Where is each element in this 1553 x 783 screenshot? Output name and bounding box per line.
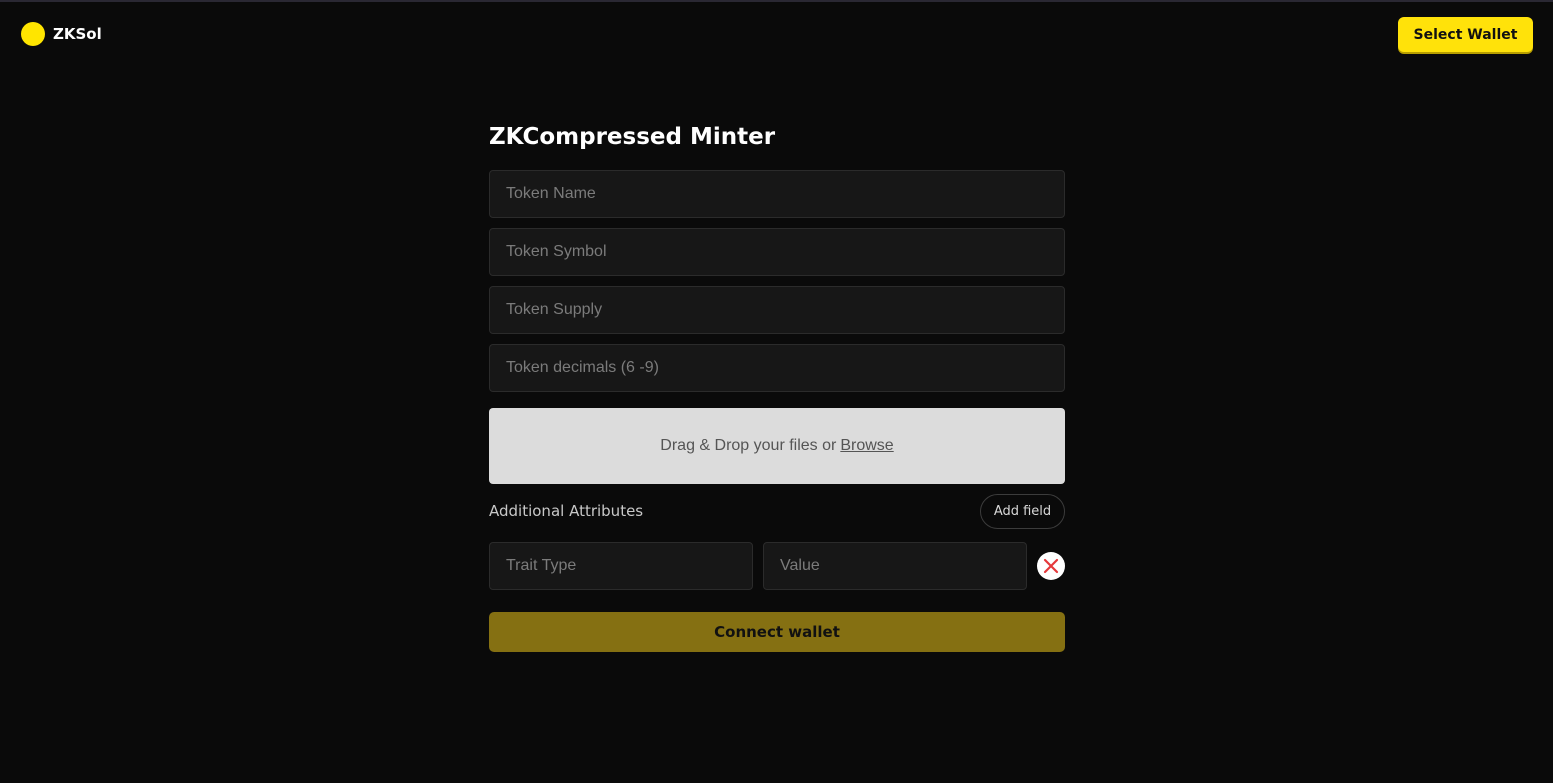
app-root: ZKSol Select Wallet ZKCompressed Minter … xyxy=(0,0,1553,783)
additional-attributes-label: Additional Attributes xyxy=(489,502,644,520)
close-icon xyxy=(1043,558,1059,574)
connect-wallet-button[interactable]: Connect wallet xyxy=(489,612,1065,652)
dropzone-text: Drag & Drop your files or xyxy=(660,437,837,454)
page-title: ZKCompressed Minter xyxy=(489,124,776,150)
token-name-input[interactable] xyxy=(489,170,1065,218)
remove-attribute-button[interactable] xyxy=(1037,552,1065,580)
trait-value-input[interactable] xyxy=(763,542,1027,590)
brand[interactable]: ZKSol xyxy=(21,22,102,46)
add-field-button[interactable]: Add field xyxy=(980,494,1065,529)
file-dropzone[interactable]: Drag & Drop your files or Browse xyxy=(489,408,1065,484)
select-wallet-button[interactable]: Select Wallet xyxy=(1398,17,1533,52)
trait-type-input[interactable] xyxy=(489,542,753,590)
token-symbol-input[interactable] xyxy=(489,228,1065,276)
brand-logo-icon xyxy=(21,22,45,46)
token-decimals-input[interactable] xyxy=(489,344,1065,392)
token-supply-input[interactable] xyxy=(489,286,1065,334)
top-navbar: ZKSol Select Wallet xyxy=(0,2,1553,68)
brand-name: ZKSol xyxy=(53,25,102,43)
browse-link[interactable]: Browse xyxy=(840,437,893,455)
